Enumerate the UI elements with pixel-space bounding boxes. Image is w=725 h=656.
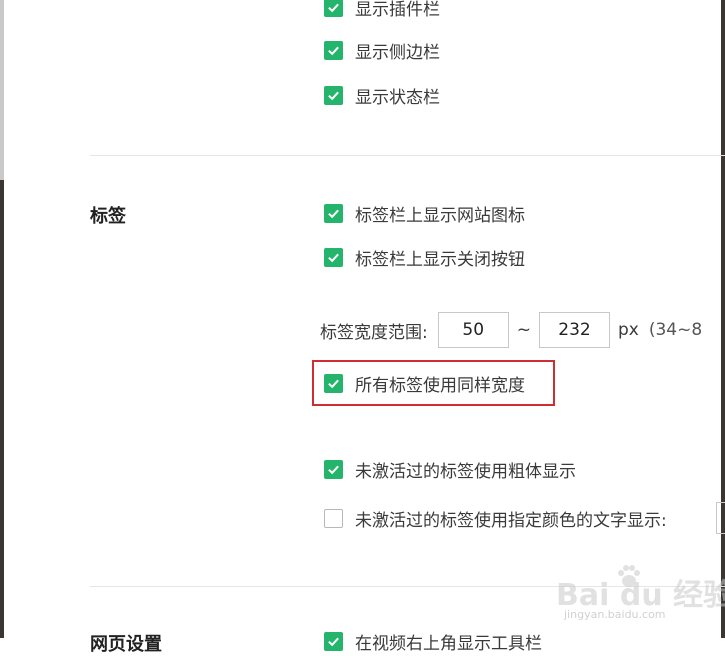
checkbox-checked-icon[interactable]: [324, 631, 343, 651]
watermark-sub-text: jingyan.baidu.com: [564, 608, 666, 621]
checkbox-unchecked-icon[interactable]: [324, 508, 343, 528]
tab-width-min-input[interactable]: 50: [437, 312, 509, 348]
checkbox-checked-icon[interactable]: [324, 203, 343, 223]
unit-label: px: [617, 320, 639, 340]
checkbox-checked-icon[interactable]: [324, 40, 343, 60]
show-site-icon-option[interactable]: 标签栏上显示网站图标: [324, 202, 525, 226]
option-label: 显示插件栏: [355, 0, 440, 20]
window-edge-right: [721, 0, 725, 638]
window-edge-left: [0, 0, 4, 638]
tab-width-max-input[interactable]: 232: [538, 312, 610, 348]
option-label: 显示状态栏: [355, 87, 440, 108]
checkbox-checked-icon[interactable]: [324, 459, 343, 479]
option-label: 未激活过的标签使用粗体显示: [355, 461, 576, 482]
checkbox-checked-icon[interactable]: [324, 85, 343, 105]
range-hint: (34~8: [648, 320, 703, 340]
tab-width-label: 标签宽度范围:: [320, 322, 428, 343]
paw-logo-icon: [618, 565, 640, 587]
show-status-bar-option[interactable]: 显示状态栏: [324, 84, 440, 108]
option-label: 在视频右上角显示工具栏: [355, 633, 542, 654]
video-toolbar-option[interactable]: 在视频右上角显示工具栏: [324, 630, 542, 654]
checkbox-checked-icon[interactable]: [324, 247, 343, 267]
option-label: 标签栏上显示网站图标: [355, 205, 525, 226]
bold-inactive-option[interactable]: 未激活过的标签使用粗体显示: [324, 458, 576, 482]
highlight-box: [312, 360, 555, 406]
tab-width-range: 标签宽度范围: 50 ~ 232 px (34~8: [320, 312, 702, 348]
show-plugin-bar-option[interactable]: 显示插件栏: [324, 0, 440, 20]
show-sidebar-option[interactable]: 显示侧边栏: [324, 39, 440, 63]
show-close-button-option[interactable]: 标签栏上显示关闭按钮: [324, 246, 525, 270]
checkbox-checked-icon[interactable]: [324, 0, 343, 17]
section-title-tabs: 标签: [90, 206, 126, 227]
baidu-jingyan-watermark: Bai du 经验 jingyan.baidu.com: [556, 565, 725, 630]
color-inactive-option[interactable]: 未激活过的标签使用指定颜色的文字显示:: [324, 507, 667, 531]
color-picker-input[interactable]: [716, 502, 725, 534]
option-label: 标签栏上显示关闭按钮: [355, 249, 525, 270]
section-title-page-settings: 网页设置: [90, 634, 162, 655]
option-label: 未激活过的标签使用指定颜色的文字显示:: [355, 510, 667, 531]
section-divider: [90, 155, 725, 156]
range-separator: ~: [516, 320, 531, 340]
option-label: 显示侧边栏: [355, 42, 440, 63]
